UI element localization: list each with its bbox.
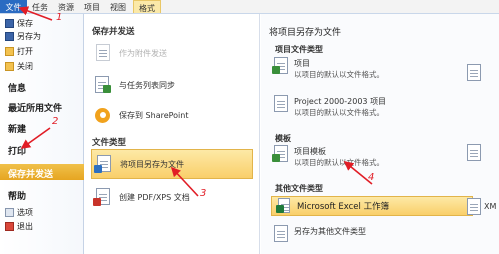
backstage-nav: 保存 另存为 打开 关闭 信息 最近所用文件 新建 打印 保存并发送 帮助 选项… <box>0 14 84 254</box>
attachment-icon <box>93 43 113 63</box>
file-type-project-label: 项目 <box>294 59 310 68</box>
nav-exit-label: 退出 <box>17 221 33 231</box>
file-type-excel-workbook[interactable]: Microsoft Excel 工作簿 <box>271 196 473 216</box>
save-project-file-icon <box>94 154 114 174</box>
save-icon <box>5 18 14 28</box>
nav-open[interactable]: 打开 <box>5 45 33 57</box>
file-type-excel-workbook-label: Microsoft Excel 工作簿 <box>297 202 390 212</box>
nav-options[interactable]: 选项 <box>5 206 33 218</box>
tab-format[interactable]: 格式 <box>133 0 161 13</box>
file-type-project-template[interactable]: 项目模板 以项目的默认以文件格式。 <box>272 144 384 170</box>
tab-file[interactable]: 文件 <box>0 0 27 13</box>
options-icon <box>5 207 14 217</box>
nav-new[interactable]: 新建 <box>8 122 26 135</box>
ribbon-tab-bar: 文件 任务 资源 项目 视图 格式 <box>0 0 499 14</box>
file-type-xml-partial[interactable]: XM <box>467 196 496 216</box>
tab-project[interactable]: 项目 <box>79 0 105 13</box>
save-send-column: 保存并发送 作为附件发送 与任务列表同步 保存到 SharePoint 文件类型… <box>85 14 260 254</box>
nav-options-label: 选项 <box>17 207 33 217</box>
partial-right-icon-2[interactable] <box>467 142 481 162</box>
file-type-project-template-label: 项目模板 <box>294 147 326 156</box>
project-file-types-header: 项目文件类型 <box>275 45 323 54</box>
file-type-project-desc: 以项目的默认以文件格式。 <box>294 70 384 79</box>
annotation-2: 2 <box>52 116 59 127</box>
partial-doc-icon <box>467 63 481 81</box>
annotation-1: 1 <box>56 12 63 23</box>
nav-close[interactable]: 关闭 <box>5 60 33 72</box>
excel-icon <box>276 198 292 214</box>
template-header: 模板 <box>275 134 291 143</box>
nav-save-as-label: 另存为 <box>17 31 41 41</box>
tab-task[interactable]: 任务 <box>27 0 53 13</box>
file-type-project[interactable]: 项目 以项目的默认以文件格式。 <box>272 56 384 82</box>
save-as-file-panel: 将项目另存为文件 项目文件类型 项目 以项目的默认以文件格式。 Project … <box>261 14 499 254</box>
save-project-as-file[interactable]: 将项目另存为文件 <box>91 149 253 179</box>
nav-open-label: 打开 <box>17 46 33 56</box>
file-type-project-2000-desc: 以项目的默认以文件格式。 <box>294 108 384 117</box>
exit-icon <box>5 221 14 231</box>
file-type-project-2000[interactable]: Project 2000-2003 项目 以项目的默认以文件格式。 <box>272 94 386 120</box>
save-to-sharepoint-label: 保存到 SharePoint <box>119 110 189 120</box>
sync-task-list-label: 与任务列表同步 <box>119 80 175 90</box>
save-other-file-type-label: 另存为其他文件类型 <box>294 227 366 236</box>
create-pdf-xps[interactable]: 创建 PDF/XPS 文档 <box>91 182 253 212</box>
tab-view[interactable]: 视图 <box>105 0 131 13</box>
nav-save-send-label: 保存并发送 <box>8 170 54 180</box>
save-to-sharepoint[interactable]: 保存到 SharePoint <box>91 100 253 130</box>
save-as-icon <box>5 31 14 41</box>
sharepoint-icon <box>93 105 113 125</box>
other-file-types-header: 其他文件类型 <box>275 184 323 193</box>
close-file-icon <box>5 61 14 71</box>
file-type-project-2000-label: Project 2000-2003 项目 <box>294 97 387 106</box>
annotation-3: 3 <box>200 188 207 199</box>
send-as-attachment[interactable]: 作为附件发送 <box>91 38 253 68</box>
xml-file-icon <box>467 197 481 215</box>
open-folder-icon <box>5 46 14 56</box>
project-template-icon <box>272 144 290 164</box>
pdf-xps-icon <box>93 187 113 207</box>
nav-save-as[interactable]: 另存为 <box>5 30 41 42</box>
sync-task-list[interactable]: 与任务列表同步 <box>91 70 253 100</box>
nav-close-label: 关闭 <box>17 61 33 71</box>
nav-exit[interactable]: 退出 <box>5 220 33 232</box>
sync-icon <box>93 75 113 95</box>
annotation-4: 4 <box>368 172 375 183</box>
file-type-project-template-desc: 以项目的默认以文件格式。 <box>294 158 384 167</box>
project-file-icon <box>272 56 290 76</box>
create-pdf-xps-label: 创建 PDF/XPS 文档 <box>119 192 190 202</box>
nav-print[interactable]: 打印 <box>8 144 26 157</box>
nav-help[interactable]: 帮助 <box>8 189 26 202</box>
save-send-header: 保存并发送 <box>92 27 135 37</box>
nav-info[interactable]: 信息 <box>8 81 26 94</box>
save-other-icon <box>272 224 290 244</box>
save-project-as-file-label: 将项目另存为文件 <box>120 159 184 169</box>
send-as-attachment-label: 作为附件发送 <box>119 48 167 58</box>
nav-recent[interactable]: 最近所用文件 <box>8 101 62 114</box>
partial-right-icon-1[interactable] <box>467 62 481 82</box>
file-types-header: 文件类型 <box>92 138 127 148</box>
partial-doc-icon <box>467 143 481 161</box>
file-type-xml-label: XM <box>484 201 497 211</box>
panel-title: 将项目另存为文件 <box>269 28 342 38</box>
nav-save[interactable]: 保存 <box>5 17 33 29</box>
save-other-file-type[interactable]: 另存为其他文件类型 <box>272 224 366 250</box>
project-2000-icon <box>272 94 290 114</box>
nav-save-label: 保存 <box>17 18 33 28</box>
nav-save-send[interactable]: 保存并发送 <box>0 164 84 180</box>
